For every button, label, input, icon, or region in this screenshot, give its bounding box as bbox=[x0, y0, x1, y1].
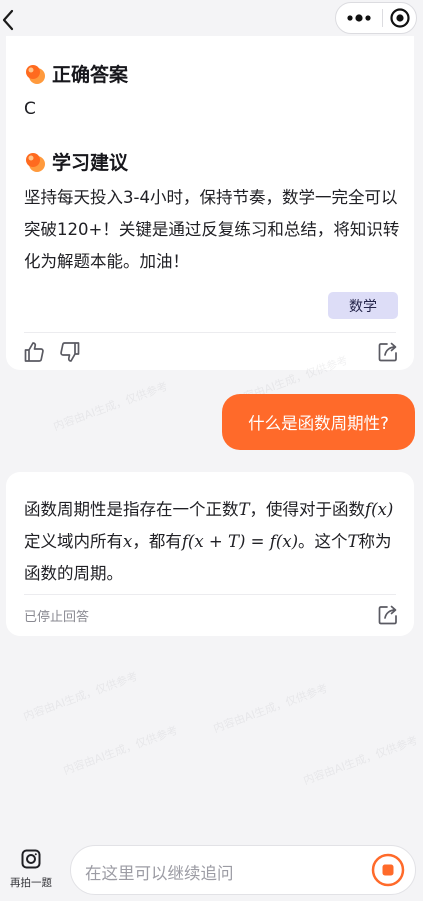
reply-segment: 函数周期性是指存在一个正数 bbox=[24, 500, 239, 519]
share-button[interactable] bbox=[376, 340, 400, 364]
answer-card: 正确答案 C 学习建议 坚持每天投入3-4小时，保持节奏，数学一完全可以突破12… bbox=[6, 36, 414, 370]
math-expression: f(x + T) = f(x) bbox=[181, 532, 299, 551]
watermark: 内容由AI生成，仅供参考 bbox=[211, 681, 330, 736]
stopped-status: 已停止回答 bbox=[24, 610, 90, 625]
bottom-bar: 再拍一题 在这里可以继续追问 bbox=[0, 836, 423, 901]
share-icon bbox=[378, 605, 397, 625]
reply-segment: 。这个 bbox=[298, 532, 348, 551]
correct-answer-title: 正确答案 bbox=[52, 64, 129, 86]
user-message-bubble: 什么是函数周期性? bbox=[222, 394, 415, 450]
camera-icon bbox=[21, 849, 41, 869]
correct-answer-value: C bbox=[24, 99, 36, 119]
orange-orb-icon bbox=[26, 152, 45, 172]
correct-answer-heading: 正确答案 bbox=[24, 60, 128, 87]
card-divider bbox=[24, 594, 396, 595]
share-icon bbox=[378, 342, 397, 362]
follow-up-input[interactable]: 在这里可以继续追问 bbox=[70, 845, 416, 895]
reply-segment: ，使得对于函数 bbox=[249, 500, 366, 519]
input-placeholder: 在这里可以继续追问 bbox=[85, 864, 234, 883]
math-expression: T bbox=[347, 532, 359, 551]
orange-orb-icon bbox=[26, 64, 45, 84]
watermark: 内容由AI生成，仅供参考 bbox=[51, 379, 170, 434]
advice-text: 坚持每天投入3-4小时，保持节奏，数学一完全可以突破120+！关键是通过反复练习… bbox=[24, 188, 400, 271]
advice-heading: 学习建议 bbox=[24, 148, 128, 175]
back-button[interactable] bbox=[0, 6, 22, 34]
math-expression: T bbox=[238, 500, 250, 519]
advice-title: 学习建议 bbox=[52, 152, 129, 174]
watermark: 内容由AI生成，仅供参考 bbox=[61, 723, 180, 778]
math-expression: x bbox=[123, 532, 133, 551]
reply-segment: 定义域内所有 bbox=[24, 532, 123, 551]
close-program-button[interactable] bbox=[383, 3, 416, 33]
thumbs-up-icon bbox=[24, 342, 44, 362]
reply-card: 函数周期性是指存在一个正数T，使得对于函数f(x)定义域内所有x，都有f(x +… bbox=[6, 472, 414, 636]
retake-label: 再拍一题 bbox=[10, 877, 52, 889]
watermark: 内容由AI生成，仅供参考 bbox=[301, 733, 420, 788]
stop-generation-button[interactable] bbox=[371, 853, 405, 887]
chevron-left-icon bbox=[2, 9, 14, 31]
user-message-text: 什么是函数周期性? bbox=[248, 414, 389, 433]
card-divider bbox=[24, 332, 396, 333]
mini-program-capsule bbox=[335, 2, 417, 34]
target-icon bbox=[389, 8, 410, 28]
subject-tag[interactable]: 数学 bbox=[328, 292, 398, 319]
watermark: 内容由AI生成，仅供参考 bbox=[21, 669, 140, 724]
reply-segment: ，都有 bbox=[132, 532, 182, 551]
more-dots-icon bbox=[347, 14, 371, 22]
like-button[interactable] bbox=[22, 340, 46, 364]
thumbs-down-icon bbox=[60, 342, 80, 362]
share-button[interactable] bbox=[376, 603, 400, 627]
retake-photo-button[interactable]: 再拍一题 bbox=[6, 848, 56, 892]
dislike-button[interactable] bbox=[58, 340, 82, 364]
more-button[interactable] bbox=[336, 3, 382, 33]
math-expression: f(x) bbox=[365, 500, 394, 519]
stop-icon bbox=[371, 853, 405, 887]
reply-text: 函数周期性是指存在一个正数T，使得对于函数f(x)定义域内所有x，都有f(x +… bbox=[24, 494, 404, 590]
